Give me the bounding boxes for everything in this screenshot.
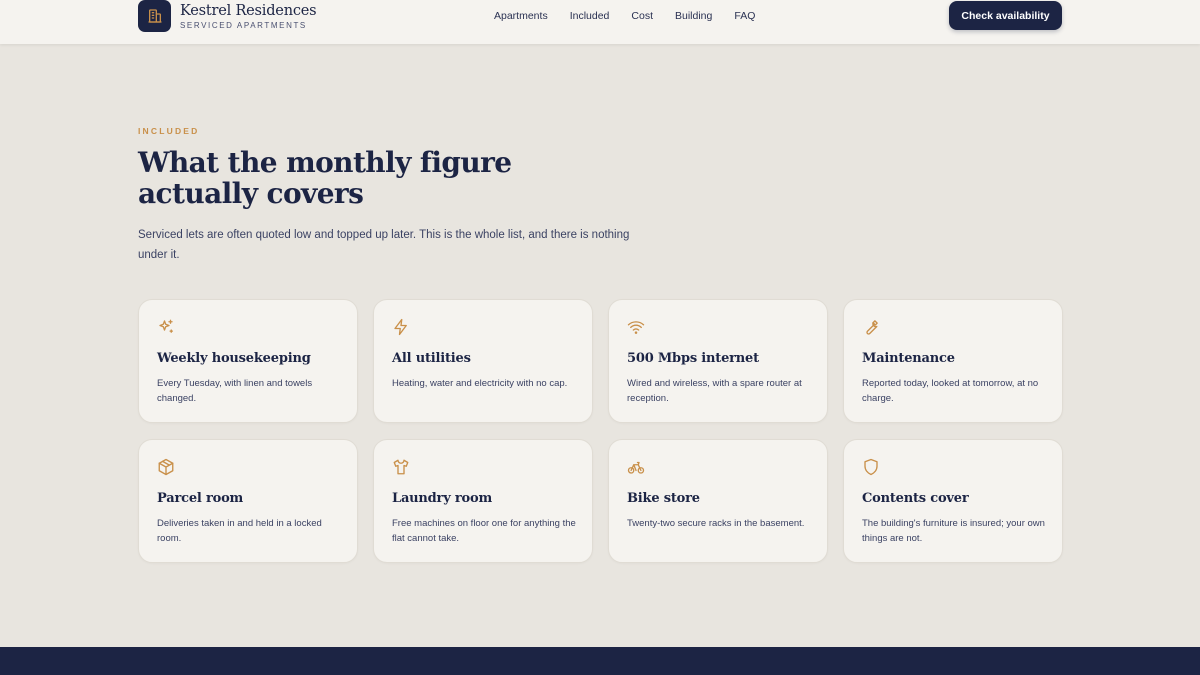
sparkles-icon bbox=[157, 318, 175, 336]
card-description: Reported today, looked at tomorrow, at n… bbox=[862, 378, 1039, 404]
card-title: 500 Mbps internet bbox=[627, 351, 759, 366]
nav-included[interactable]: Included bbox=[570, 9, 610, 23]
section-lede: Serviced lets are often quoted low and t… bbox=[138, 229, 630, 261]
card-internet: 500 Mbps internet Wired and wireless, wi… bbox=[608, 299, 828, 423]
card-description: Every Tuesday, with linen and towels cha… bbox=[157, 378, 313, 404]
package-icon bbox=[157, 458, 175, 476]
shirt-icon bbox=[392, 458, 410, 476]
section-eyebrow: INCLUDED bbox=[138, 126, 200, 136]
card-description: Wired and wireless, with a spare router … bbox=[627, 378, 802, 404]
building-icon bbox=[138, 0, 171, 32]
card-title: Weekly housekeeping bbox=[157, 351, 311, 366]
section-title: What the monthly figure actually covers bbox=[138, 146, 512, 210]
nav-building[interactable]: Building bbox=[675, 9, 712, 23]
card-title: Bike store bbox=[627, 491, 700, 506]
lightning-icon bbox=[392, 318, 410, 336]
shield-icon bbox=[862, 458, 880, 476]
nav-cost[interactable]: Cost bbox=[631, 9, 653, 23]
brand-tagline: SERVICED APARTMENTS bbox=[180, 21, 307, 30]
card-description: Free machines on floor one for anything … bbox=[392, 518, 576, 544]
card-maintenance: Maintenance Reported today, looked at to… bbox=[843, 299, 1063, 423]
site-footer bbox=[0, 647, 1200, 675]
check-availability-button[interactable]: Check availability bbox=[949, 1, 1062, 30]
card-description: Deliveries taken in and held in a locked… bbox=[157, 518, 322, 544]
card-title: All utilities bbox=[392, 351, 471, 366]
card-title: Laundry room bbox=[392, 491, 493, 506]
nav-apartments[interactable]: Apartments bbox=[494, 9, 548, 23]
card-housekeeping: Weekly housekeeping Every Tuesday, with … bbox=[138, 299, 358, 423]
card-description: Twenty-two secure racks in the basement. bbox=[627, 518, 805, 529]
main-nav: Apartments Included Cost Building FAQ bbox=[494, 9, 777, 23]
wrench-icon bbox=[862, 318, 880, 336]
brand[interactable]: Kestrel Residences SERVICED APARTMENTS bbox=[138, 0, 317, 32]
card-parcel-room: Parcel room Deliveries taken in and held… bbox=[138, 439, 358, 563]
card-title: Parcel room bbox=[157, 491, 244, 506]
card-description: The building's furniture is insured; you… bbox=[862, 518, 1045, 544]
card-utilities: All utilities Heating, water and electri… bbox=[373, 299, 593, 423]
bike-icon bbox=[627, 458, 645, 476]
wifi-icon bbox=[627, 318, 645, 336]
nav-faq[interactable]: FAQ bbox=[734, 9, 755, 23]
brand-name: Kestrel Residences bbox=[180, 3, 317, 19]
card-laundry-room: Laundry room Free machines on floor one … bbox=[373, 439, 593, 563]
card-title: Contents cover bbox=[862, 491, 969, 506]
card-description: Heating, water and electricity with no c… bbox=[392, 378, 568, 389]
site-header: Kestrel Residences SERVICED APARTMENTS A… bbox=[0, 0, 1200, 44]
card-bike-store: Bike store Twenty-two secure racks in th… bbox=[608, 439, 828, 563]
card-contents-cover: Contents cover The building's furniture … bbox=[843, 439, 1063, 563]
card-title: Maintenance bbox=[862, 351, 955, 366]
